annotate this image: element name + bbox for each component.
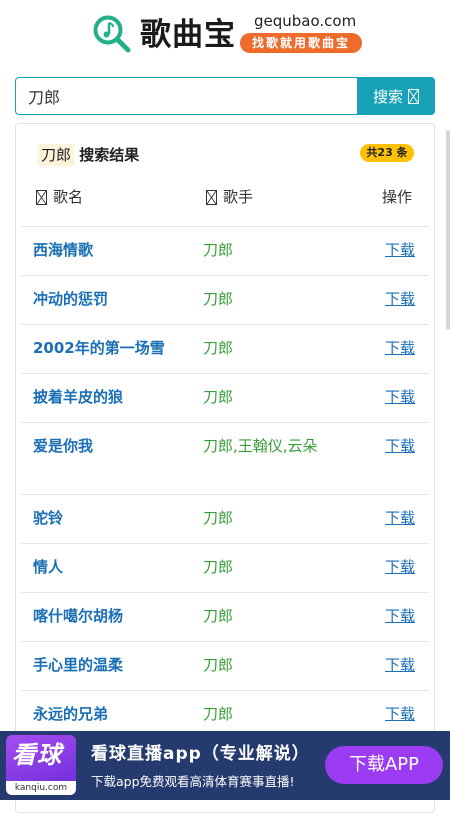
song-link[interactable]: 情人	[33, 556, 63, 578]
table-row: 披着羊皮的狼 刀郎 下载	[21, 373, 429, 422]
table-row: 驼铃 刀郎 下载	[21, 494, 429, 543]
ad-logo[interactable]: 看球 kanqiu.com	[6, 735, 76, 795]
song-link[interactable]: 永远的兄弟	[33, 703, 108, 725]
download-link[interactable]: 下载	[385, 386, 415, 408]
song-link[interactable]: 喀什噶尔胡杨	[33, 605, 123, 627]
download-link[interactable]: 下载	[385, 507, 415, 529]
song-link[interactable]: 爱是你我	[33, 435, 93, 457]
singer-name: 刀郎	[203, 388, 234, 406]
song-link[interactable]: 2002年的第一场雪	[33, 337, 165, 359]
search-button-label: 搜索	[372, 87, 403, 106]
site-slogan: 找歌就用歌曲宝	[240, 33, 362, 53]
results-list: 西海情歌 刀郎 下载 冲动的惩罚 刀郎 下载 2002年的第一场雪 刀郎 下载 …	[21, 226, 429, 739]
column-header-singer: 歌手	[206, 186, 253, 208]
missing-glyph-icon	[36, 189, 47, 205]
song-link[interactable]: 手心里的温柔	[33, 654, 123, 676]
site-name[interactable]: 歌曲宝	[140, 16, 236, 54]
singer-name: 刀郎	[203, 656, 234, 674]
singer-name: 刀郎	[203, 339, 234, 357]
singer-name: 刀郎	[203, 705, 234, 723]
column-label-singer: 歌手	[223, 188, 254, 206]
ad-title[interactable]: 看球直播app（专业解说）	[91, 743, 310, 765]
singer-name: 刀郎	[203, 290, 234, 308]
song-link[interactable]: 冲动的惩罚	[33, 288, 108, 310]
search-input[interactable]	[15, 77, 357, 115]
missing-glyph-icon	[206, 189, 217, 205]
column-label-action: 操作	[382, 188, 413, 206]
results-count-badge: 共23 条	[360, 144, 414, 162]
table-row: 爱是你我 刀郎,王翰仪,云朵 下载	[21, 422, 429, 494]
singer-name: 刀郎	[203, 241, 234, 259]
ad-banner[interactable]: 看球 kanqiu.com 看球直播app（专业解说） 下载app免费观看高清体…	[0, 731, 450, 800]
results-keyword: 刀郎	[38, 144, 75, 166]
song-link[interactable]: 披着羊皮的狼	[33, 386, 123, 408]
song-link[interactable]: 西海情歌	[33, 239, 93, 261]
download-link[interactable]: 下载	[385, 654, 415, 676]
column-label-song: 歌名	[53, 188, 84, 206]
results-card: 刀郎 搜索结果 共23 条 歌名 歌手 操作 西海情歌 刀郎 下载 冲动的惩罚 …	[15, 123, 435, 813]
table-row: 2002年的第一场雪 刀郎 下载	[21, 324, 429, 373]
page-scrollbar[interactable]	[446, 130, 450, 330]
ad-logo-text: 看球	[12, 741, 62, 769]
column-header-action: 操作	[382, 186, 412, 208]
table-row: 手心里的温柔 刀郎 下载	[21, 641, 429, 690]
search-bar: 搜索	[15, 77, 435, 115]
singer-name: 刀郎	[203, 558, 234, 576]
music-search-icon[interactable]	[92, 14, 132, 54]
missing-glyph-icon	[408, 88, 419, 104]
table-row: 西海情歌 刀郎 下载	[21, 226, 429, 275]
download-link[interactable]: 下载	[385, 288, 415, 310]
singer-name: 刀郎,王翰仪,云朵	[203, 437, 318, 455]
download-link[interactable]: 下载	[385, 556, 415, 578]
download-link[interactable]: 下载	[385, 239, 415, 261]
download-link[interactable]: 下载	[385, 435, 415, 457]
search-button[interactable]: 搜索	[357, 77, 435, 115]
ad-subtitle: 下载app免费观看高清体育赛事直播!	[91, 774, 295, 789]
ad-download-button[interactable]: 下载APP	[325, 746, 443, 784]
site-domain: gequbao.com	[254, 12, 357, 30]
download-link[interactable]: 下载	[385, 337, 415, 359]
table-row: 冲动的惩罚 刀郎 下载	[21, 275, 429, 324]
site-header: 歌曲宝 gequbao.com 找歌就用歌曲宝	[0, 0, 450, 70]
table-row: 喀什噶尔胡杨 刀郎 下载	[21, 592, 429, 641]
table-row: 情人 刀郎 下载	[21, 543, 429, 592]
singer-name: 刀郎	[203, 607, 234, 625]
column-header-song: 歌名	[36, 186, 83, 208]
download-link[interactable]: 下载	[385, 703, 415, 725]
download-link[interactable]: 下载	[385, 605, 415, 627]
ad-logo-domain: kanqiu.com	[6, 781, 76, 795]
results-title-suffix: 搜索结果	[79, 146, 140, 164]
results-heading: 刀郎 搜索结果	[38, 144, 139, 166]
singer-name: 刀郎	[203, 509, 234, 527]
song-link[interactable]: 驼铃	[33, 507, 63, 529]
